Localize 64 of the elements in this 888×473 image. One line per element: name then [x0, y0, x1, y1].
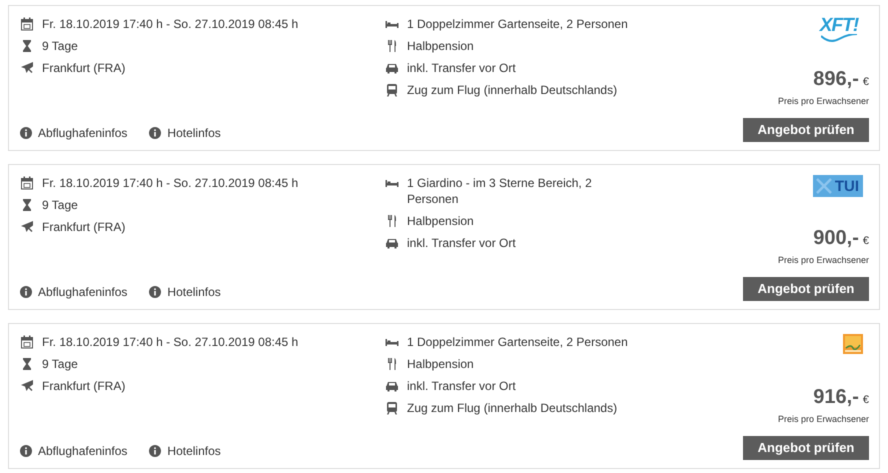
cutlery-icon — [385, 357, 399, 371]
plane-icon — [20, 220, 34, 234]
info-icon — [20, 445, 32, 457]
info-link[interactable]: Abflughafeninfos — [38, 283, 128, 301]
trip-detail: Frankfurt (FRA) — [42, 219, 126, 236]
cutlery-icon — [385, 214, 399, 228]
trip-detail: Frankfurt (FRA) — [42, 378, 126, 395]
cutlery-icon — [385, 39, 399, 53]
trip-detail: Frankfurt (FRA) — [42, 60, 126, 77]
service-detail: Halbpension — [407, 356, 474, 372]
info-icon — [20, 127, 32, 139]
provider-logo — [843, 334, 863, 354]
info-icon — [149, 445, 162, 457]
price-note: Preis pro Erwachsener — [778, 254, 869, 267]
price: 900,- — [813, 226, 859, 250]
info-link[interactable]: Abflughafeninfos — [38, 442, 128, 460]
currency: € — [862, 74, 869, 90]
bus-icon — [385, 83, 399, 97]
hourglass-icon — [20, 39, 34, 53]
info-icon — [20, 286, 32, 298]
check-offer-button[interactable]: Angebot prüfen — [743, 436, 869, 460]
trip-detail: Fr. 18.10.2019 17:40 h - So. 27.10.2019 08:45 h — [42, 175, 298, 192]
info-link[interactable]: Hotelinfos — [167, 283, 221, 301]
service-detail: 1 Doppelzimmer Gartenseite, 2 Personen — [407, 16, 628, 32]
info-icon — [149, 286, 162, 298]
price: 896,- — [813, 66, 859, 92]
hourglass-icon — [20, 357, 34, 371]
hourglass-icon — [20, 198, 34, 212]
currency: € — [862, 392, 869, 408]
check-offer-button[interactable]: Angebot prüfen — [743, 118, 869, 142]
service-detail: Zug zum Flug (innerhalb Deutschlands) — [407, 400, 618, 416]
info-icon — [149, 127, 162, 139]
calendar-icon — [20, 176, 34, 190]
car-icon — [385, 236, 399, 250]
calendar-icon — [20, 17, 34, 31]
trip-detail: 9 Tage — [42, 197, 78, 214]
car-icon — [385, 61, 399, 75]
plane-icon — [20, 61, 34, 75]
provider-logo: XFT! — [815, 16, 863, 42]
currency: € — [862, 234, 869, 248]
info-link[interactable]: Hotelinfos — [167, 124, 221, 142]
service-detail: Zug zum Flug (innerhalb Deutschlands) — [407, 82, 618, 98]
service-detail: inkl. Transfer vor Ort — [407, 378, 516, 394]
info-link[interactable]: Abflughafeninfos — [38, 124, 128, 142]
service-detail: 1 Doppelzimmer Gartenseite, 2 Personen — [407, 334, 628, 350]
price: 916,- — [813, 384, 859, 410]
price-note: Preis pro Erwachsener — [778, 412, 869, 426]
bus-icon — [385, 401, 399, 415]
car-icon — [385, 379, 399, 393]
calendar-icon — [20, 335, 34, 349]
info-link[interactable]: Hotelinfos — [167, 442, 221, 460]
trip-detail: 9 Tage — [42, 38, 78, 55]
service-detail: Halbpension — [407, 38, 474, 54]
trip-detail: Fr. 18.10.2019 17:40 h - So. 27.10.2019 08:45 h — [42, 16, 298, 33]
provider-logo: TUI — [813, 175, 863, 197]
service-detail: inkl. Transfer vor Ort — [407, 60, 516, 76]
check-offer-button[interactable]: Angebot prüfen — [743, 277, 869, 301]
price-note: Preis pro Erwachsener — [778, 94, 869, 108]
service-detail: inkl. Transfer vor Ort — [407, 235, 516, 251]
trip-detail: Fr. 18.10.2019 17:40 h - So. 27.10.2019 08:45 h — [42, 334, 298, 351]
trip-detail: 9 Tage — [42, 356, 78, 373]
service-detail: 1 Giardino - im 3 Sterne Bereich, 2 Personen — [407, 175, 593, 207]
plane-icon — [20, 379, 34, 393]
service-detail: Halbpension — [407, 213, 474, 229]
